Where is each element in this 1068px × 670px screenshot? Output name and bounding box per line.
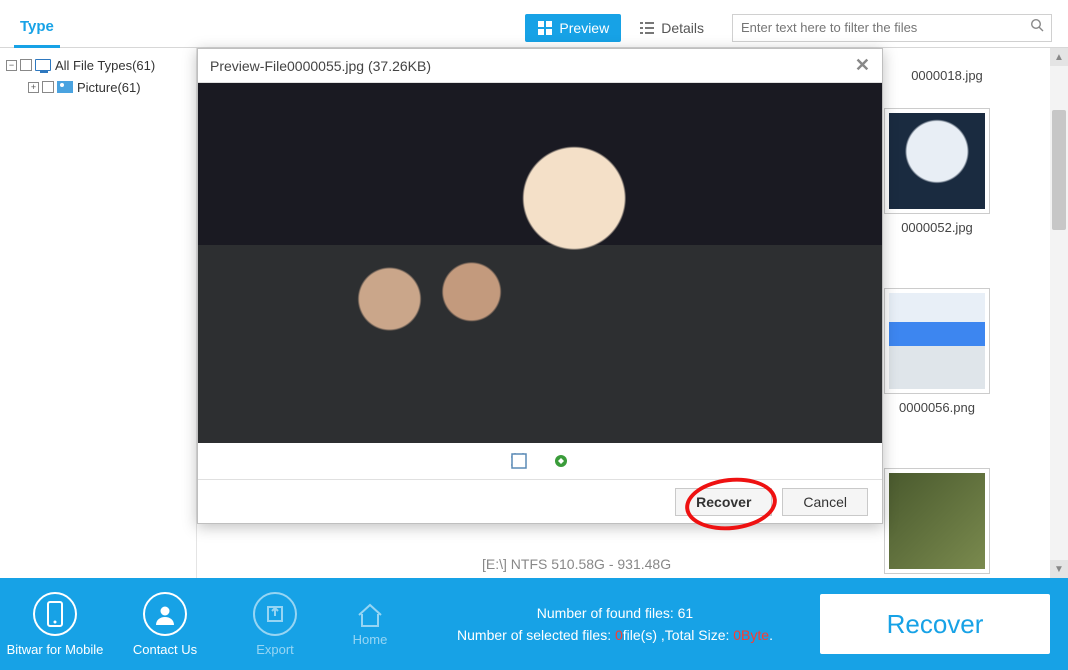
selected-files: 0	[615, 627, 623, 643]
stats-text: Number of found files: 61 Number of sele…	[410, 602, 820, 647]
status-line: [E:\] NTFS 510.58G - 931.48G	[482, 556, 671, 572]
tab-type[interactable]: Type	[14, 8, 60, 48]
home-label: Home	[330, 632, 410, 647]
scrollbar[interactable]: ▲ ▼	[1050, 48, 1068, 578]
export-icon	[253, 592, 297, 636]
dialog-footer: Recover Cancel	[198, 479, 882, 523]
grid-item[interactable]: 0000052.jpg	[877, 108, 997, 235]
export-label: Export	[220, 642, 330, 657]
collapse-icon[interactable]: −	[6, 60, 17, 71]
search-icon[interactable]	[1023, 18, 1051, 37]
tree-root[interactable]: − All File Types(61)	[0, 54, 196, 76]
top-toolbar: Type Preview Details	[0, 8, 1068, 48]
tree-child-label: Picture(61)	[77, 80, 141, 95]
export-button[interactable]: Export	[220, 592, 330, 657]
home-icon	[355, 601, 385, 629]
tree-root-label: All File Types(61)	[55, 58, 155, 73]
bitwar-mobile-button[interactable]: Bitwar for Mobile	[0, 592, 110, 657]
thumbnail[interactable]	[884, 288, 990, 394]
dialog-tools	[198, 443, 882, 479]
filter-box	[732, 14, 1052, 42]
grid-item[interactable]: 0000018.jpg	[887, 68, 1007, 83]
selected-size: 0Byte	[733, 627, 769, 643]
scroll-up-icon[interactable]: ▲	[1050, 48, 1068, 66]
grid-item[interactable]	[877, 468, 997, 578]
thumbnail[interactable]	[884, 468, 990, 574]
file-name: 0000056.png	[899, 400, 975, 415]
bottom-bar: Bitwar for Mobile Contact Us Export Home…	[0, 578, 1068, 670]
fullscreen-icon[interactable]	[510, 452, 528, 470]
picture-icon	[57, 81, 73, 93]
tree-child-picture[interactable]: + Picture(61)	[0, 76, 196, 98]
found-prefix: Number of found files:	[537, 605, 678, 621]
thumbnail[interactable]	[884, 108, 990, 214]
view-details-label: Details	[661, 20, 704, 36]
dialog-titlebar: Preview-File0000055.jpg (37.26KB) ✕	[198, 49, 882, 83]
sidebar-tree: − All File Types(61) + Picture(61)	[0, 48, 197, 578]
file-name: 0000018.jpg	[911, 68, 983, 83]
filter-input[interactable]	[733, 20, 1023, 35]
selected-mid: file(s) ,Total Size:	[623, 627, 733, 643]
expand-icon[interactable]: +	[28, 82, 39, 93]
list-icon	[639, 20, 655, 36]
checkbox[interactable]	[20, 59, 32, 71]
rotate-icon[interactable]	[552, 452, 570, 470]
contact-us-label: Contact Us	[110, 642, 220, 657]
recover-main-button[interactable]: Recover	[820, 594, 1050, 654]
phone-icon	[33, 592, 77, 636]
checkbox[interactable]	[42, 81, 54, 93]
preview-image	[198, 83, 882, 443]
preview-dialog: Preview-File0000055.jpg (37.26KB) ✕ Reco…	[197, 48, 883, 524]
monitor-icon	[35, 59, 51, 71]
bitwar-mobile-label: Bitwar for Mobile	[0, 642, 110, 657]
scroll-thumb[interactable]	[1052, 110, 1066, 230]
home-button[interactable]: Home	[330, 601, 410, 647]
cancel-button[interactable]: Cancel	[782, 488, 868, 516]
period: .	[769, 627, 773, 643]
view-details-button[interactable]: Details	[627, 14, 716, 42]
grid-item[interactable]: 0000056.png	[877, 288, 997, 415]
found-count: 61	[678, 605, 694, 621]
person-icon	[143, 592, 187, 636]
view-preview-button[interactable]: Preview	[525, 14, 621, 42]
scroll-down-icon[interactable]: ▼	[1050, 560, 1068, 578]
file-name: 0000052.jpg	[901, 220, 973, 235]
recover-button[interactable]: Recover	[675, 488, 772, 516]
grid-icon	[537, 20, 553, 36]
selected-prefix: Number of selected files:	[457, 627, 615, 643]
close-icon[interactable]: ✕	[855, 55, 870, 76]
contact-us-button[interactable]: Contact Us	[110, 592, 220, 657]
dialog-title: Preview-File0000055.jpg (37.26KB)	[210, 58, 431, 74]
view-preview-label: Preview	[559, 20, 609, 36]
